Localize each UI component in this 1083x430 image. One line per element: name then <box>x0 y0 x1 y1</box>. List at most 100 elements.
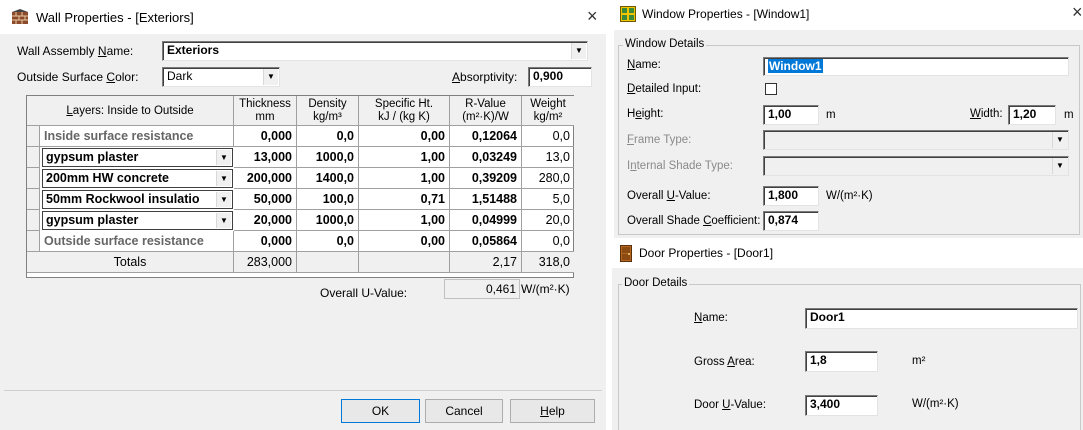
thickness-cell[interactable]: 0,000 <box>234 126 297 147</box>
r-value-cell[interactable]: 0,05864 <box>450 231 522 252</box>
surface-color-select[interactable]: Dark ▼ <box>162 67 280 87</box>
overall-u-value: 0,461 <box>444 279 520 299</box>
layers-table: Layers: Inside to Outside Thickness mm De… <box>26 95 574 278</box>
gross-area-unit: m² <box>912 355 926 367</box>
help-button[interactable]: Help <box>510 399 595 423</box>
window-titlebar: Window Properties - [Window1] × <box>614 0 1083 30</box>
door-u-value-input[interactable]: 3,400 <box>805 395 878 416</box>
window-close-icon[interactable]: × <box>1072 2 1083 23</box>
gross-area-label: Gross Area: <box>694 356 755 368</box>
chevron-down-icon[interactable]: ▼ <box>263 69 278 85</box>
layer-material-select[interactable]: 50mm Rockwool insulatio ▼ <box>42 190 233 209</box>
height-unit: m <box>826 109 836 121</box>
totals-density <box>297 252 359 273</box>
detailed-input-label: Detailed Input: <box>627 83 702 95</box>
specific-heat-cell[interactable]: 0,00 <box>359 126 450 147</box>
frame-type-select[interactable]: ▼ <box>763 130 1069 150</box>
thickness-cell[interactable]: 13,000 <box>234 147 297 168</box>
r-value-cell[interactable]: 1,51488 <box>450 189 522 210</box>
wall-assembly-select[interactable]: Exteriors ▼ <box>162 41 588 61</box>
window-properties-dialog: Window Properties - [Window1] × Window D… <box>614 0 1083 238</box>
specific-heat-cell[interactable]: 1,00 <box>359 210 450 231</box>
wall-app-icon <box>11 9 29 25</box>
r-value-cell[interactable]: 0,04999 <box>450 210 522 231</box>
door-name-label: Name: <box>694 312 728 324</box>
dialog-divider <box>4 390 602 391</box>
door-name-input[interactable]: Door1 <box>805 308 1078 329</box>
surface-color-value: Dark <box>167 69 193 83</box>
density-cell[interactable]: 1000,0 <box>297 210 359 231</box>
row-header <box>27 147 40 168</box>
window-name-label: Name: <box>627 59 661 71</box>
height-input[interactable]: 1,00 <box>763 105 819 125</box>
absorptivity-input[interactable]: 0,900 <box>528 67 592 87</box>
chevron-down-icon[interactable]: ▼ <box>216 150 231 165</box>
door-details-title: Door Details <box>622 277 690 289</box>
density-cell[interactable]: 1400,0 <box>297 168 359 189</box>
shade-type-select[interactable]: ▼ <box>763 156 1069 176</box>
window-name-input[interactable]: Window1 <box>763 57 1069 76</box>
specific-heat-cell[interactable]: 1,00 <box>359 168 450 189</box>
window-details-title: Window Details <box>623 38 707 50</box>
thickness-cell[interactable]: 50,000 <box>234 189 297 210</box>
wall-titlebar: Wall Properties - [Exteriors] × <box>0 0 606 34</box>
weight-cell: 0,0 <box>522 126 574 147</box>
r-value-cell[interactable]: 0,12064 <box>450 126 522 147</box>
overall-u-label: Overall U-Value: <box>320 286 408 300</box>
specific-heat-cell[interactable]: 0,71 <box>359 189 450 210</box>
overall-u-unit: W/(m²·K) <box>521 282 570 296</box>
specific-heat-cell[interactable]: 1,00 <box>359 147 450 168</box>
frame-type-label: Frame Type: <box>627 134 692 146</box>
chevron-down-icon[interactable]: ▼ <box>1052 158 1067 174</box>
thickness-cell[interactable]: 200,000 <box>234 168 297 189</box>
thickness-cell[interactable]: 0,000 <box>234 231 297 252</box>
width-input[interactable]: 1,20 <box>1008 105 1056 125</box>
width-label: Width: <box>970 108 1003 120</box>
density-cell[interactable]: 100,0 <box>297 189 359 210</box>
cancel-button[interactable]: Cancel <box>425 399 503 423</box>
thickness-cell[interactable]: 20,000 <box>234 210 297 231</box>
shade-coefficient-label: Overall Shade Coefficient: <box>627 215 761 227</box>
layers-column-header: Layers: Inside to Outside <box>27 96 234 126</box>
window-app-icon <box>620 6 636 22</box>
thickness-column-header: Thickness mm <box>234 96 297 126</box>
detailed-input-checkbox[interactable] <box>765 83 777 95</box>
shade-coefficient-input[interactable]: 0,874 <box>763 211 819 231</box>
wall-title: Wall Properties - [Exteriors] <box>36 10 194 25</box>
r-value-cell[interactable]: 0,03249 <box>450 147 522 168</box>
door-title: Door Properties - [Door1] <box>639 246 774 260</box>
window-u-value-label: Overall U-Value: <box>627 190 711 202</box>
weight-cell: 0,0 <box>522 231 574 252</box>
wall-assembly-value: Exteriors <box>167 43 220 57</box>
window-u-value-input[interactable]: 1,800 <box>763 186 819 206</box>
totals-weight: 318,0 <box>522 252 574 273</box>
chevron-down-icon[interactable]: ▼ <box>216 192 231 207</box>
chevron-down-icon[interactable]: ▼ <box>216 171 231 186</box>
door-properties-dialog: Door Properties - [Door1] Door Details N… <box>612 240 1083 430</box>
chevron-down-icon[interactable]: ▼ <box>571 43 586 59</box>
chevron-down-icon[interactable]: ▼ <box>1052 132 1067 148</box>
surface-color-label: Outside Surface Color: <box>17 70 139 84</box>
wall-assembly-label: Wall Assembly Name: <box>17 44 134 58</box>
wall-close-icon[interactable]: × <box>587 6 598 27</box>
layer-name: Inside surface resistance <box>40 126 234 147</box>
totals-label: Totals <box>27 252 234 273</box>
window-u-unit: W/(m²·K) <box>826 190 873 202</box>
density-cell[interactable]: 0,0 <box>297 231 359 252</box>
layer-material-select[interactable]: gypsum plaster ▼ <box>42 148 233 167</box>
chevron-down-icon[interactable]: ▼ <box>216 213 231 228</box>
r-value-cell[interactable]: 0,39209 <box>450 168 522 189</box>
density-cell[interactable]: 1000,0 <box>297 147 359 168</box>
specific-heat-cell[interactable]: 0,00 <box>359 231 450 252</box>
ok-button[interactable]: OK <box>341 399 420 423</box>
specific-heat-column-header: Specific Ht. kJ / (kg K) <box>359 96 450 126</box>
density-cell[interactable]: 0,0 <box>297 126 359 147</box>
door-titlebar: Door Properties - [Door1] <box>612 240 1083 268</box>
layer-material-select[interactable]: gypsum plaster ▼ <box>42 211 233 230</box>
row-header <box>27 210 40 231</box>
window-name-value: Window1 <box>768 59 823 73</box>
window-title: Window Properties - [Window1] <box>642 7 810 21</box>
layer-material-select[interactable]: 200mm HW concrete ▼ <box>42 169 233 188</box>
gross-area-input[interactable]: 1,8 <box>805 351 878 372</box>
wall-properties-dialog: Wall Properties - [Exteriors] × Wall Ass… <box>0 0 606 430</box>
